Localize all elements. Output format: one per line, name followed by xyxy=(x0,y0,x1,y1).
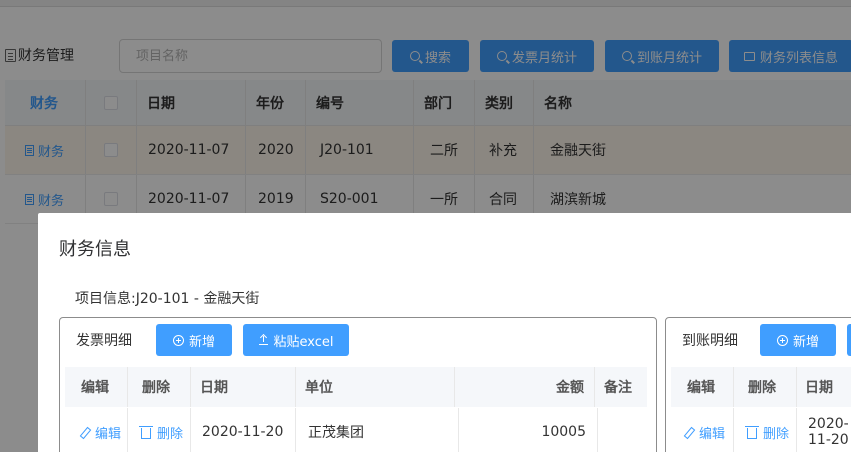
invoice-row[interactable]: 编辑 删除 2020-11-20 正茂集团 10005 xyxy=(65,408,647,452)
row-unit: 正茂集团 xyxy=(308,425,364,441)
header-edit: 编辑 xyxy=(687,380,715,396)
arrival-row[interactable]: 编辑 删除 2020-11-20 xyxy=(671,408,851,452)
arrival-panel-title: 到账明细 xyxy=(682,333,738,349)
trash-icon xyxy=(139,425,153,439)
add-invoice-button[interactable]: 新增 xyxy=(156,324,232,356)
trash-icon xyxy=(745,425,759,439)
header-unit: 单位 xyxy=(305,380,333,396)
header-amount: 金额 xyxy=(556,380,584,396)
delete-link[interactable]: 删除 xyxy=(745,423,789,442)
paste-excel-button-arrival[interactable] xyxy=(847,324,851,356)
plus-circle-icon xyxy=(776,334,788,346)
edit-link[interactable]: 编辑 xyxy=(683,423,725,442)
edit-icon xyxy=(79,427,90,438)
add-arrival-button[interactable]: 新增 xyxy=(760,324,836,356)
arrival-details-panel: 到账明细 新增 编辑 删除 日期 编辑 删除 2020-11-20 xyxy=(665,317,851,452)
edit-icon xyxy=(683,427,694,438)
header-date: 日期 xyxy=(805,380,833,396)
dialog-title: 财务信息 xyxy=(59,239,131,260)
invoice-table-header: 编辑 删除 日期 单位 金额 备注 xyxy=(65,367,647,407)
project-info: 项目信息:J20-101 - 金融天街 xyxy=(75,291,260,307)
paste-excel-button[interactable]: 粘贴excel xyxy=(243,324,349,356)
row-amount: 10005 xyxy=(541,424,586,440)
edit-link[interactable]: 编辑 xyxy=(79,423,121,442)
header-delete: 删除 xyxy=(142,380,170,396)
arrival-table-header: 编辑 删除 日期 xyxy=(671,367,851,407)
upload-icon xyxy=(258,335,268,345)
row-date: 2020-11-20 xyxy=(202,424,284,440)
header-edit: 编辑 xyxy=(81,380,109,396)
plus-circle-icon xyxy=(172,334,184,346)
delete-link[interactable]: 删除 xyxy=(139,423,183,442)
invoice-panel-title: 发票明细 xyxy=(76,333,132,349)
invoice-details-panel: 发票明细 新增 粘贴excel 编辑 删除 日期 单位 金额 备注 编辑 删除 … xyxy=(59,317,657,452)
finance-info-dialog: 财务信息 项目信息:J20-101 - 金融天街 发票明细 新增 粘贴excel… xyxy=(38,213,851,452)
row-date: 2020-11-20 xyxy=(808,416,849,448)
header-remark: 备注 xyxy=(604,380,632,396)
header-delete: 删除 xyxy=(748,380,776,396)
header-date: 日期 xyxy=(200,380,228,396)
